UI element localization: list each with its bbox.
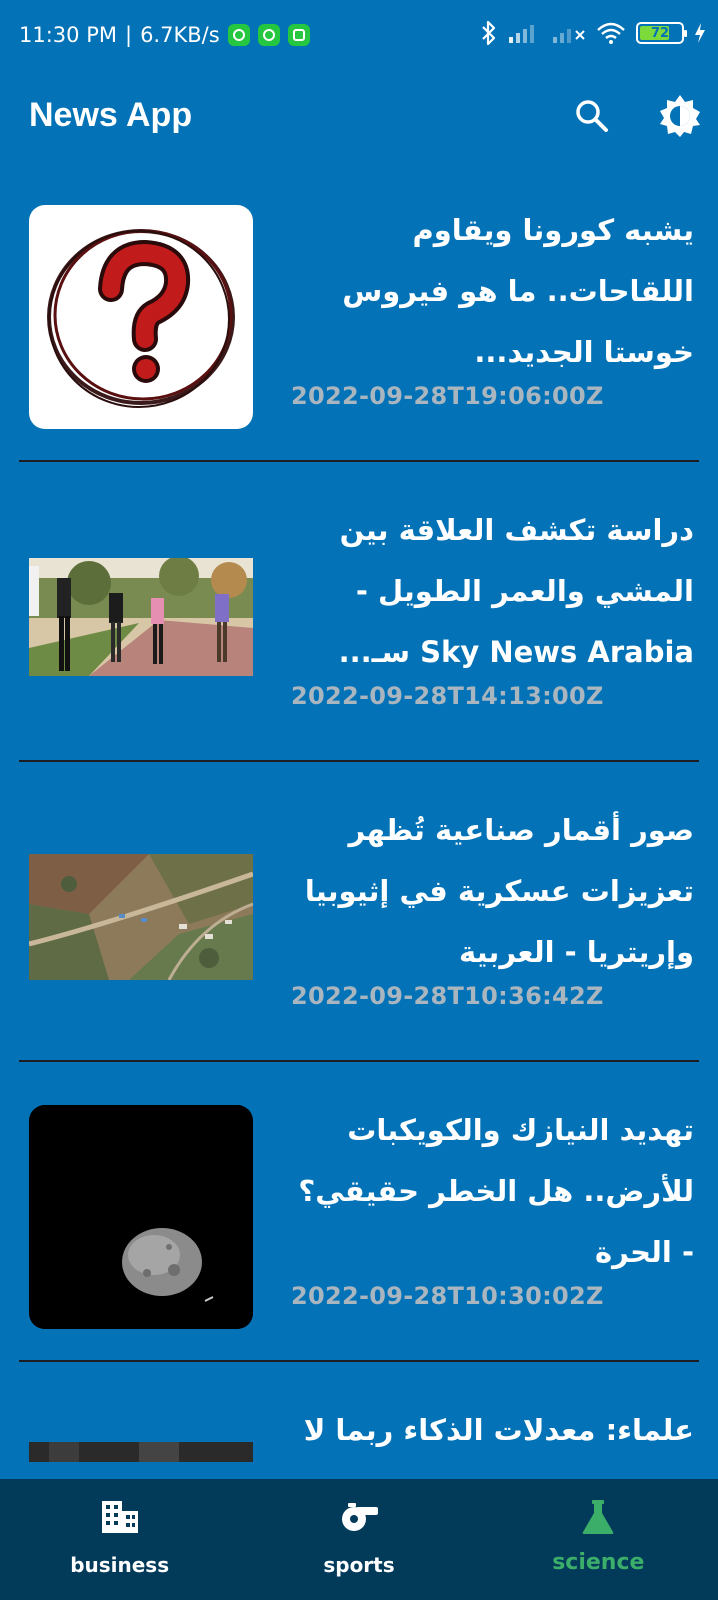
status-time: 11:30 PM [19,23,117,47]
article-title: يشبه كورونا ويقاوم اللقاحات.. ما هو فيرو… [342,213,694,369]
brightness-icon [660,95,700,137]
news-app-screen: 11:30 PM | 6.7KB/s 72 News App يشبه كورو… [0,0,718,1600]
status-left: 11:30 PM | 6.7KB/s [19,23,310,47]
walking-people-photo [29,558,253,676]
dark-photo [29,1442,253,1462]
article-date: 2022-09-28T10:36:42Z [291,982,604,1010]
charging-bolt-icon [695,23,705,43]
flask-icon [576,1495,620,1539]
article-date: 2022-09-28T14:13:00Z [291,682,604,710]
asteroid-photo [29,1105,253,1329]
article-thumbnail [29,1105,253,1329]
article-title: صور أقمار صناعية تُظهر تعزيزات عسكرية في… [304,813,694,969]
satellite-photo [29,854,253,980]
theme-toggle-button[interactable] [654,90,706,142]
nav-item-business[interactable]: business [0,1479,239,1600]
news-item[interactable]: تهديد النيازك والكويكبات للأرض.. هل الخط… [0,1060,718,1362]
signal-icon [509,25,534,43]
battery-level: 72 [650,25,670,41]
status-bar: 11:30 PM | 6.7KB/s 72 [0,0,718,74]
building-icon [98,1495,142,1539]
whatsapp-business-icon [257,24,280,46]
news-item[interactable]: صور أقمار صناعية تُظهر تعزيزات عسكرية في… [0,760,718,1062]
android-icon [287,24,310,46]
app-bar: News App [0,74,718,160]
whistle-icon [337,1495,381,1539]
nav-item-science[interactable]: science [479,1479,718,1600]
wifi-icon [597,22,625,44]
status-separator: | [124,23,133,47]
app-title: News App [29,96,193,134]
signal-no-sim-icon [553,29,585,43]
article-thumbnail [29,505,253,729]
whatsapp-icon [227,24,250,46]
news-item[interactable]: دراسة تكشف العلاقة بين المشي والعمر الطو… [0,460,718,762]
article-title: دراسة تكشف العلاقة بين المشي والعمر الطو… [338,513,694,669]
news-list: يشبه كورونا ويقاوم اللقاحات.. ما هو فيرو… [0,160,718,1600]
article-title: علماء: معدلات الذكاء ربما لا [303,1413,694,1447]
network-speed: 6.7KB/s [140,23,220,47]
question-mark-icon [47,229,235,408]
status-right: 72 [480,20,706,46]
search-button[interactable] [566,90,618,142]
nav-label-sports: sports [323,1553,395,1577]
article-thumbnail [29,205,253,429]
nav-label-business: business [70,1553,170,1577]
bluetooth-icon [482,20,496,46]
article-date: 2022-09-28T10:30:02Z [291,1282,604,1310]
article-title: تهديد النيازك والكويكبات للأرض.. هل الخط… [298,1113,694,1269]
nav-item-sports[interactable]: sports [239,1479,478,1600]
news-item[interactable]: يشبه كورونا ويقاوم اللقاحات.. ما هو فيرو… [0,160,718,462]
article-date: 2022-09-28T19:06:00Z [291,382,604,410]
nav-label-science: science [552,1550,645,1575]
battery-indicator: 72 [636,22,687,44]
article-thumbnail [29,805,253,1029]
bottom-navigation: business sports science [0,1479,718,1600]
search-icon [576,100,608,132]
